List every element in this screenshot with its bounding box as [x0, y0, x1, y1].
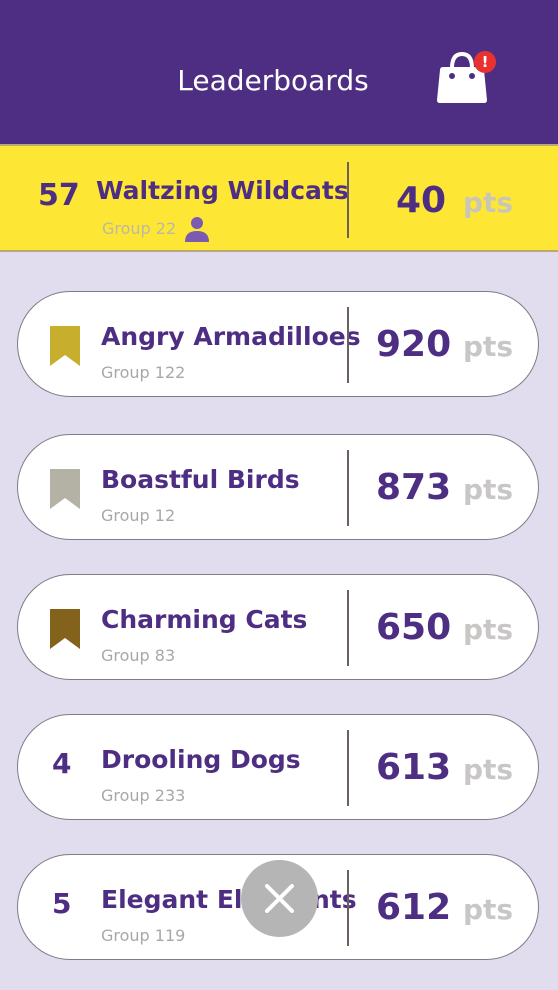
points-label: pts — [463, 330, 514, 363]
team-name: Drooling Dogs — [101, 745, 301, 774]
my-team-name: Waltzing Wildcats — [96, 176, 349, 205]
leaderboard-row[interactable]: Angry Armadilloes Group 122 920 pts — [17, 291, 539, 397]
points-label: pts — [463, 893, 514, 926]
my-team-group: Group 22 — [102, 219, 177, 238]
team-score: 873 — [376, 467, 452, 508]
close-icon — [265, 884, 294, 913]
team-group: Group 233 — [101, 786, 186, 805]
close-button[interactable] — [241, 860, 318, 937]
silver-ribbon-icon — [50, 469, 80, 509]
points-label: pts — [463, 186, 514, 219]
gold-ribbon-icon — [50, 326, 80, 366]
leaderboard-row[interactable]: 4 Drooling Dogs Group 233 613 pts — [17, 714, 539, 820]
leaderboard-row[interactable]: Charming Cats Group 83 650 pts — [17, 574, 539, 680]
divider — [347, 162, 349, 238]
team-name: Elegant Elephants — [101, 885, 357, 914]
team-score: 613 — [376, 747, 452, 788]
divider — [347, 450, 349, 526]
points-label: pts — [463, 473, 514, 506]
team-name: Angry Armadilloes — [101, 322, 361, 351]
team-group: Group 122 — [101, 363, 186, 382]
team-rank: 5 — [52, 887, 72, 920]
my-team-score: 40 — [396, 180, 447, 221]
team-name: Charming Cats — [101, 605, 308, 634]
team-group: Group 12 — [101, 506, 176, 525]
team-name: Boastful Birds — [101, 465, 300, 494]
divider — [347, 870, 349, 946]
team-rank: 4 — [52, 747, 72, 780]
divider — [347, 730, 349, 806]
team-score: 650 — [376, 607, 452, 648]
divider — [347, 590, 349, 666]
points-label: pts — [463, 613, 514, 646]
person-icon — [183, 215, 211, 243]
cart-notification-badge: ! — [474, 51, 496, 73]
my-team-rank: 57 — [38, 178, 80, 213]
divider — [347, 307, 349, 383]
leaderboard-row[interactable]: Boastful Birds Group 12 873 pts — [17, 434, 539, 540]
bronze-ribbon-icon — [50, 609, 80, 649]
points-label: pts — [463, 753, 514, 786]
team-group: Group 119 — [101, 926, 186, 945]
team-group: Group 83 — [101, 646, 176, 665]
team-score: 920 — [376, 324, 452, 365]
my-team-bar: 57 Waltzing Wildcats Group 22 40 pts — [0, 144, 558, 252]
team-score: 612 — [376, 887, 452, 928]
